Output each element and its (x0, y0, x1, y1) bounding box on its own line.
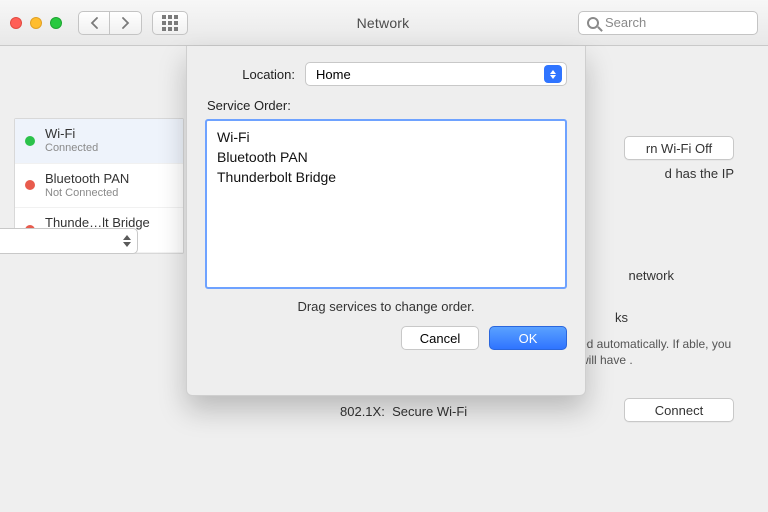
auto-join-text-fragment: ed automatically. If able, you will have… (580, 336, 740, 368)
sidebar-item-bluetooth-pan[interactable]: Bluetooth PAN Not Connected (15, 164, 183, 209)
zoom-window[interactable] (50, 17, 62, 29)
grid-icon (162, 15, 178, 31)
service-name: Bluetooth PAN (45, 172, 129, 187)
window-controls (10, 17, 62, 29)
chevron-right-icon (121, 17, 130, 29)
forward-button[interactable] (110, 11, 142, 35)
location-value: Home (316, 67, 351, 82)
x8021-label: 802.1X: (340, 404, 385, 419)
location-label: Location: (205, 67, 295, 82)
workspace: Wi-Fi Connected Bluetooth PAN Not Connec… (0, 46, 768, 512)
stepper-icon (119, 231, 135, 251)
service-order-label: Service Order: (207, 98, 567, 113)
sidebar-item-wifi[interactable]: Wi-Fi Connected (15, 119, 183, 164)
ok-button[interactable]: OK (489, 326, 567, 350)
search-placeholder: Search (605, 15, 646, 30)
ip-text-fragment: d has the IP (665, 166, 734, 181)
search-icon (587, 17, 599, 29)
order-item[interactable]: Thunderbolt Bridge (217, 167, 555, 187)
minimize-window[interactable] (30, 17, 42, 29)
service-order-list[interactable]: Wi-Fi Bluetooth PAN Thunderbolt Bridge (205, 119, 567, 289)
status-dot-icon (25, 180, 35, 190)
location-select[interactable]: Home (305, 62, 567, 86)
search-input[interactable]: Search (578, 11, 758, 35)
status-dot-icon (25, 136, 35, 146)
cancel-button[interactable]: Cancel (401, 326, 479, 350)
connect-button[interactable]: Connect (624, 398, 734, 422)
service-status: Not Connected (45, 187, 129, 200)
window-title: Network (198, 15, 568, 31)
back-button[interactable] (78, 11, 110, 35)
ks-text-fragment: ks (615, 310, 628, 325)
show-all-button[interactable] (152, 11, 188, 35)
turn-wifi-off-button[interactable]: rn Wi-Fi Off (624, 136, 734, 160)
chevron-left-icon (90, 17, 99, 29)
x8021-value: Secure Wi-Fi (392, 404, 467, 419)
order-item[interactable]: Wi-Fi (217, 127, 555, 147)
order-item[interactable]: Bluetooth PAN (217, 147, 555, 167)
nav-segmented (78, 11, 142, 35)
drag-hint: Drag services to change order. (205, 299, 567, 314)
network-text-fragment: network (628, 268, 674, 283)
updown-icon (544, 65, 562, 83)
network-name-select[interactable] (0, 228, 138, 254)
service-order-sheet: Location: Home Service Order: Wi-Fi Blue… (186, 46, 586, 396)
service-status: Connected (45, 142, 98, 155)
close-window[interactable] (10, 17, 22, 29)
x8021-row: 802.1X: Secure Wi-Fi (340, 404, 467, 419)
service-name: Wi-Fi (45, 127, 98, 142)
titlebar: Network Search (0, 0, 768, 46)
